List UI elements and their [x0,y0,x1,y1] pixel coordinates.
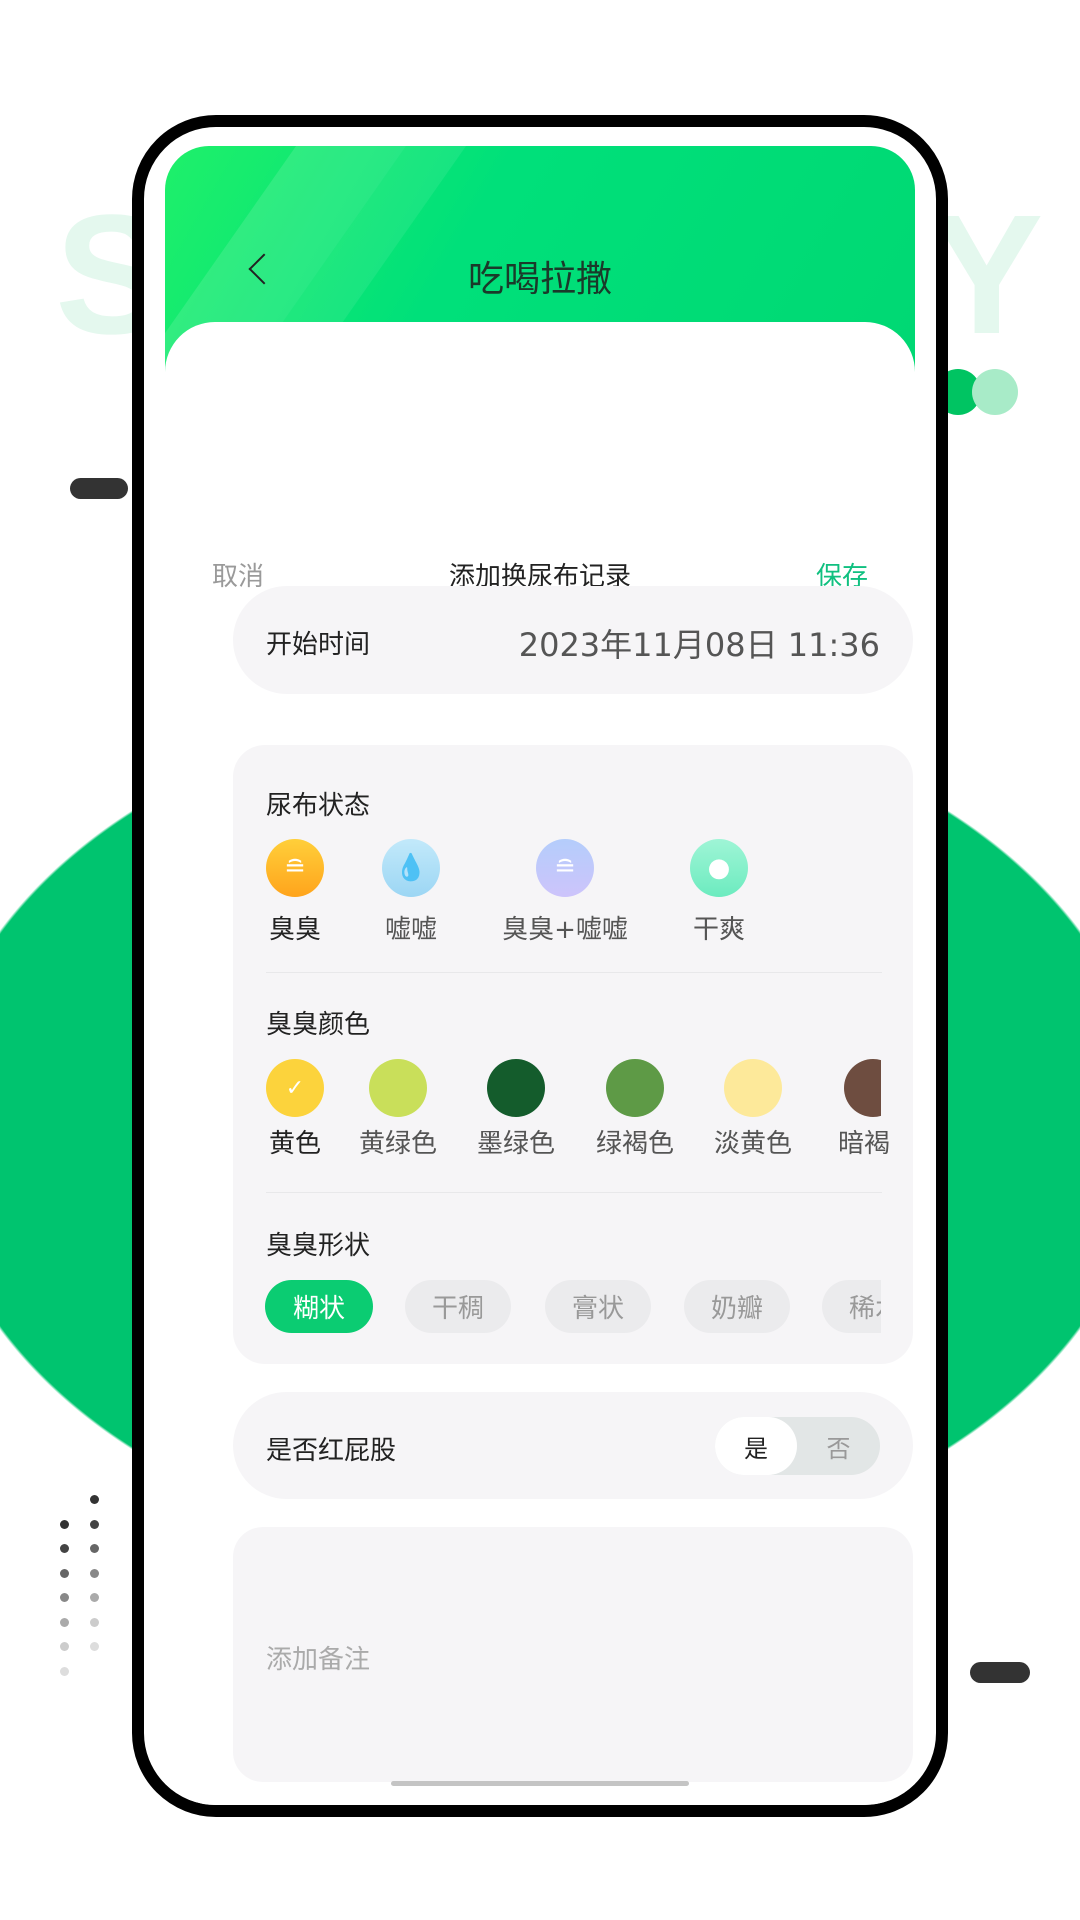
toggle-yes[interactable]: 是 [715,1417,797,1475]
decor-dot [60,1593,69,1602]
shape-chip[interactable]: 奶瓣 [684,1280,790,1333]
diaper-card: 尿布状态 ≘ 臭臭 💧 嘘嘘 ≘ 臭臭+嘘嘘 ● 干爽 臭臭颜色 ✓ 黄色 黄绿色墨… [233,745,913,1364]
decor-dot [90,1617,99,1627]
decor-dot [90,1593,99,1602]
page-title: 吃喝拉撒 [467,259,612,300]
shape-chip-selected[interactable]: 糊状 [265,1280,373,1333]
decor-pill [70,478,128,499]
start-time-row[interactable]: 开始时间 2023年11月08日 11:36 [233,586,913,694]
decor-dot [90,1642,99,1651]
shape-chip[interactable]: 膏状 [545,1280,651,1333]
decor-dot [90,1495,99,1504]
phone-frame: 吃喝拉撒 取消 添加换尿布记录 保存 开始时间 2023年11月08日 11:3… [132,115,948,1817]
toggle-no[interactable]: 否 [797,1417,880,1475]
decor-dot [60,1642,69,1651]
red-butt-row: 是否红屁股 是 否 [233,1392,913,1499]
decor-dot [60,1568,69,1578]
decor-dot [90,1519,99,1529]
decor-dot [60,1544,69,1553]
decor-dot [60,1617,69,1627]
decor-dot [90,1544,99,1553]
shape-chip[interactable]: 稀水 [822,1280,881,1333]
red-butt-label: 是否红屁股 [266,1436,397,1466]
decor-dot [60,1519,69,1529]
decor-pill [970,1662,1030,1683]
yes-no-toggle[interactable]: 是 否 [715,1417,880,1475]
start-time-label: 开始时间 [266,630,371,660]
form-sheet: 取消 添加换尿布记录 保存 开始时间 2023年11月08日 11:36 尿布状… [165,322,915,1805]
shape-chip[interactable]: 干稠 [405,1280,511,1333]
decor-dot [90,1568,99,1578]
decor-dot [972,369,1018,415]
cancel-button[interactable]: 取消 [212,556,264,593]
home-indicator[interactable] [391,1781,689,1786]
decor-dot [60,1666,69,1676]
start-time-value[interactable]: 2023年11月08日 11:36 [519,620,880,666]
notes-input[interactable]: 添加备注 [233,1527,913,1782]
notes-placeholder: 添加备注 [266,1645,371,1675]
